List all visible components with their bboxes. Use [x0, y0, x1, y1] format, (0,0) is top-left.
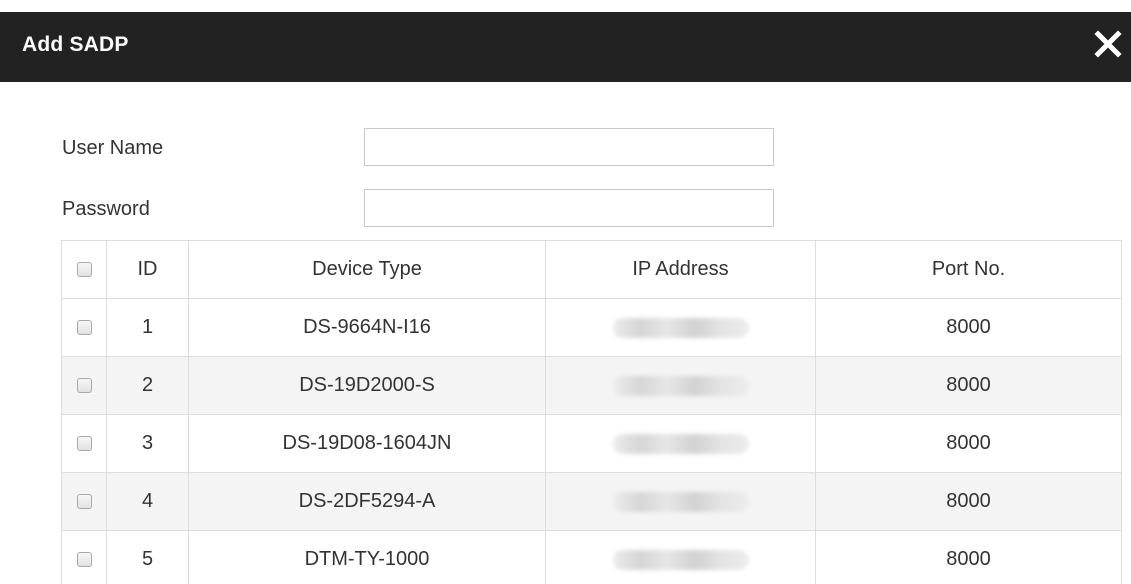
row-checkbox[interactable] [76, 320, 92, 336]
close-button[interactable] [1093, 29, 1123, 59]
add-sadp-dialog: Add SADP User Name Password ID Device Ty… [0, 0, 1131, 584]
header-device-type: Device Type [188, 240, 546, 299]
table-row[interactable]: 1 DS-9664N-I16 8000 [61, 298, 1122, 357]
cell-device-type: DTM-TY-1000 [188, 530, 546, 584]
cell-device-type: DS-19D2000-S [188, 356, 546, 415]
header-port: Port No. [815, 240, 1122, 299]
row-select-cell [61, 298, 107, 357]
row-checkbox[interactable] [76, 552, 92, 568]
device-table: ID Device Type IP Address Port No. 1 DS-… [61, 240, 1122, 584]
row-select-cell [61, 356, 107, 415]
username-input[interactable] [364, 128, 774, 166]
cell-id: 5 [106, 530, 189, 584]
cell-id: 3 [106, 414, 189, 473]
redacted-ip [612, 375, 749, 396]
row-select-cell [61, 414, 107, 473]
redacted-ip [612, 549, 749, 570]
cell-port: 8000 [815, 298, 1122, 357]
cell-device-type: DS-9664N-I16 [188, 298, 546, 357]
row-checkbox[interactable] [76, 436, 92, 452]
cell-port: 8000 [815, 472, 1122, 531]
table-row[interactable]: 5 DTM-TY-1000 8000 [61, 530, 1122, 584]
header-id: ID [106, 240, 189, 299]
header-ip-address: IP Address [545, 240, 816, 299]
username-label: User Name [62, 137, 164, 159]
dialog-title: Add SADP [22, 33, 129, 56]
row-select-cell [61, 530, 107, 584]
dialog-titlebar: Add SADP [0, 12, 1131, 82]
cell-port: 8000 [815, 414, 1122, 473]
row-checkbox[interactable] [76, 378, 92, 394]
password-input[interactable] [364, 189, 774, 227]
redacted-ip [612, 317, 749, 338]
redacted-ip [612, 433, 749, 454]
select-all-checkbox[interactable] [76, 262, 92, 278]
cell-ip-address [545, 414, 816, 473]
row-select-cell [61, 472, 107, 531]
table-row[interactable]: 4 DS-2DF5294-A 8000 [61, 472, 1122, 531]
cell-port: 8000 [815, 356, 1122, 415]
table-header-row: ID Device Type IP Address Port No. [61, 240, 1122, 299]
cell-device-type: DS-2DF5294-A [188, 472, 546, 531]
row-checkbox[interactable] [76, 494, 92, 510]
table-row[interactable]: 3 DS-19D08-1604JN 8000 [61, 414, 1122, 473]
table-row[interactable]: 2 DS-19D2000-S 8000 [61, 356, 1122, 415]
select-all-cell [61, 240, 107, 299]
cell-ip-address [545, 356, 816, 415]
redacted-ip [612, 491, 749, 512]
cell-ip-address [545, 530, 816, 584]
cell-ip-address [545, 298, 816, 357]
cell-id: 2 [106, 356, 189, 415]
cell-id: 4 [106, 472, 189, 531]
cell-device-type: DS-19D08-1604JN [188, 414, 546, 473]
cell-port: 8000 [815, 530, 1122, 584]
password-label: Password [62, 198, 150, 220]
cell-ip-address [545, 472, 816, 531]
close-icon [1094, 30, 1122, 58]
cell-id: 1 [106, 298, 189, 357]
top-strip [0, 0, 1131, 12]
